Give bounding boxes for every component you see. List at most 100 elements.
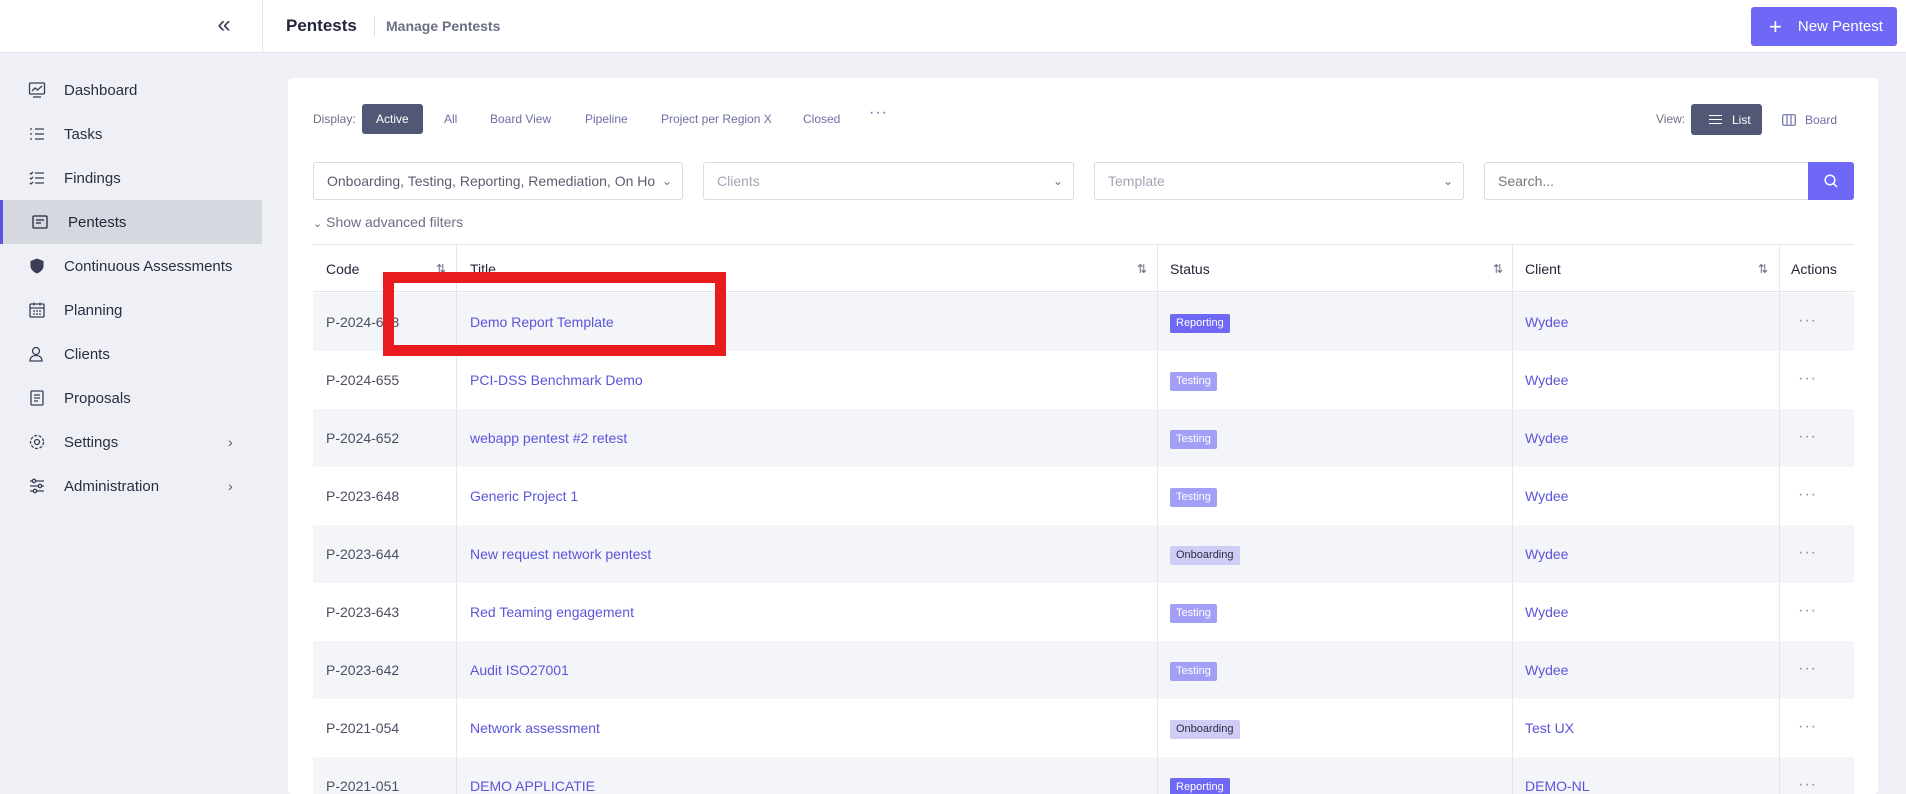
chevron-down-icon: ⌄: [1048, 163, 1063, 199]
row-title-link[interactable]: Generic Project 1: [470, 467, 578, 525]
tab-board-view[interactable]: Board View: [490, 104, 551, 134]
search-input[interactable]: [1484, 162, 1808, 200]
new-pentest-label: New Pentest: [1797, 18, 1883, 35]
row-actions-icon[interactable]: ···: [1798, 583, 1817, 641]
template-filter-placeholder: Template: [1108, 173, 1165, 189]
row-client-link[interactable]: Wydee: [1525, 409, 1568, 467]
top-bar: « Pentests Manage Pentests + New Pentest: [0, 0, 1906, 53]
sidebar-item-continuous-assessments[interactable]: Continuous Assessments: [0, 244, 262, 288]
tab-all[interactable]: All: [444, 104, 457, 134]
tab-active[interactable]: Active: [362, 104, 423, 134]
sort-icon[interactable]: ⇅: [1137, 245, 1147, 293]
row-title-link[interactable]: PCI-DSS Benchmark Demo: [470, 351, 643, 409]
sidebar-item-administration[interactable]: Administration ›: [0, 464, 262, 508]
view-board-button[interactable]: Board: [1782, 104, 1837, 135]
sidebar-item-proposals[interactable]: Proposals: [0, 376, 262, 420]
sidebar-item-clients[interactable]: Clients: [0, 332, 262, 376]
clients-filter-select[interactable]: Clients ⌄: [703, 162, 1074, 200]
sort-icon[interactable]: ⇅: [1758, 245, 1768, 293]
column-header-code[interactable]: Code: [326, 245, 359, 293]
row-title-link[interactable]: DEMO APPLICATIE: [470, 757, 595, 794]
row-client-link[interactable]: Wydee: [1525, 467, 1568, 525]
sidebar-item-pentests[interactable]: Pentests: [0, 200, 262, 244]
table-row[interactable]: P-2023-648 Generic Project 1 Testing Wyd…: [313, 467, 1854, 525]
board-icon: [1782, 113, 1796, 126]
column-header-actions: Actions: [1791, 261, 1837, 277]
row-code: P-2023-644: [326, 546, 400, 562]
row-actions-icon[interactable]: ···: [1798, 757, 1817, 794]
row-client-link[interactable]: Test UX: [1525, 699, 1574, 757]
sidebar-item-settings[interactable]: Settings ›: [0, 420, 262, 464]
clients-filter-placeholder: Clients: [717, 173, 760, 189]
chevron-down-icon: ⌄: [657, 163, 672, 199]
row-code: P-2024-652: [326, 430, 400, 446]
row-client-link[interactable]: Wydee: [1525, 525, 1568, 583]
search-button[interactable]: [1808, 162, 1854, 200]
chevron-right-icon: ›: [228, 478, 233, 494]
page-subtitle: Manage Pentests: [374, 16, 500, 36]
row-title-link[interactable]: Red Teaming engagement: [470, 583, 634, 641]
template-filter-select[interactable]: Template ⌄: [1094, 162, 1464, 200]
status-badge: Reporting: [1170, 314, 1230, 333]
table-row[interactable]: P-2023-642 Audit ISO27001 Testing Wydee …: [313, 641, 1854, 699]
tab-pipeline[interactable]: Pipeline: [585, 104, 628, 134]
table-row[interactable]: P-2023-643 Red Teaming engagement Testin…: [313, 583, 1854, 641]
row-client-link[interactable]: Wydee: [1525, 641, 1568, 699]
sidebar-item-label: Settings: [64, 433, 119, 451]
table-row[interactable]: P-2021-054 Network assessment Onboarding…: [313, 699, 1854, 757]
sort-icon[interactable]: ⇅: [1493, 245, 1503, 293]
row-client-link[interactable]: DEMO-NL: [1525, 757, 1590, 794]
row-code: P-2023-642: [326, 662, 400, 678]
findings-icon: [29, 171, 44, 185]
display-label: Display:: [313, 112, 356, 126]
row-actions-icon[interactable]: ···: [1798, 467, 1817, 525]
collapse-sidebar-icon[interactable]: «: [213, 13, 235, 38]
proposals-icon: [30, 390, 44, 406]
sidebar-item-label: Pentests: [68, 213, 127, 231]
sliders-icon: [30, 478, 44, 494]
plus-icon: +: [1769, 13, 1782, 39]
sidebar-item-planning[interactable]: Planning: [0, 288, 262, 332]
dashboard-icon: [28, 82, 46, 98]
new-pentest-button[interactable]: + New Pentest: [1751, 7, 1897, 46]
row-actions-icon[interactable]: ···: [1798, 641, 1817, 699]
table-row[interactable]: P-2021-051 DEMO APPLICATIE Reporting DEM…: [313, 757, 1854, 794]
sidebar-item-findings[interactable]: Findings: [0, 156, 262, 200]
column-divider: [1157, 244, 1158, 794]
row-actions-icon[interactable]: ···: [1798, 525, 1817, 583]
tab-project-per-region-x[interactable]: Project per Region X: [661, 104, 772, 134]
row-actions-icon[interactable]: ···: [1798, 409, 1817, 467]
more-tabs-icon[interactable]: ···: [869, 104, 888, 122]
table-row[interactable]: P-2024-652 webapp pentest #2 retest Test…: [313, 409, 1854, 467]
sidebar-item-tasks[interactable]: Tasks: [0, 112, 262, 156]
row-actions-icon[interactable]: ···: [1798, 351, 1817, 409]
sidebar-item-label: Clients: [64, 345, 110, 363]
search-icon: [1824, 174, 1838, 188]
sidebar-item-label: Dashboard: [64, 81, 138, 99]
pentests-icon: [32, 215, 48, 229]
status-badge: Onboarding: [1170, 546, 1240, 565]
row-title-link[interactable]: Audit ISO27001: [470, 641, 569, 699]
sidebar-item-dashboard[interactable]: Dashboard: [0, 68, 262, 112]
chevron-down-icon: ⌄: [313, 218, 323, 230]
table-row[interactable]: P-2023-644 New request network pentest O…: [313, 525, 1854, 583]
row-title-link[interactable]: New request network pentest: [470, 525, 651, 583]
row-client-link[interactable]: Wydee: [1525, 351, 1568, 409]
advanced-filters-toggle[interactable]: ⌄ Show advanced filters: [313, 214, 463, 230]
status-badge: Testing: [1170, 372, 1217, 391]
status-filter-value: Onboarding, Testing, Reporting, Remediat…: [327, 173, 656, 189]
row-client-link[interactable]: Wydee: [1525, 583, 1568, 641]
status-badge: Testing: [1170, 488, 1217, 507]
row-title-link[interactable]: Network assessment: [470, 699, 600, 757]
row-actions-icon[interactable]: ···: [1798, 699, 1817, 757]
column-header-client[interactable]: Client: [1525, 245, 1561, 293]
column-header-status[interactable]: Status: [1170, 245, 1210, 293]
row-actions-icon[interactable]: ···: [1798, 293, 1817, 351]
row-client-link[interactable]: Wydee: [1525, 293, 1568, 351]
view-board-label: Board: [1805, 112, 1838, 127]
row-title-link[interactable]: webapp pentest #2 retest: [470, 409, 627, 467]
status-filter-select[interactable]: Onboarding, Testing, Reporting, Remediat…: [313, 162, 683, 200]
table-row[interactable]: P-2024-655 PCI-DSS Benchmark Demo Testin…: [313, 351, 1854, 409]
view-list-button[interactable]: List: [1691, 104, 1762, 135]
tab-closed[interactable]: Closed: [803, 104, 840, 134]
